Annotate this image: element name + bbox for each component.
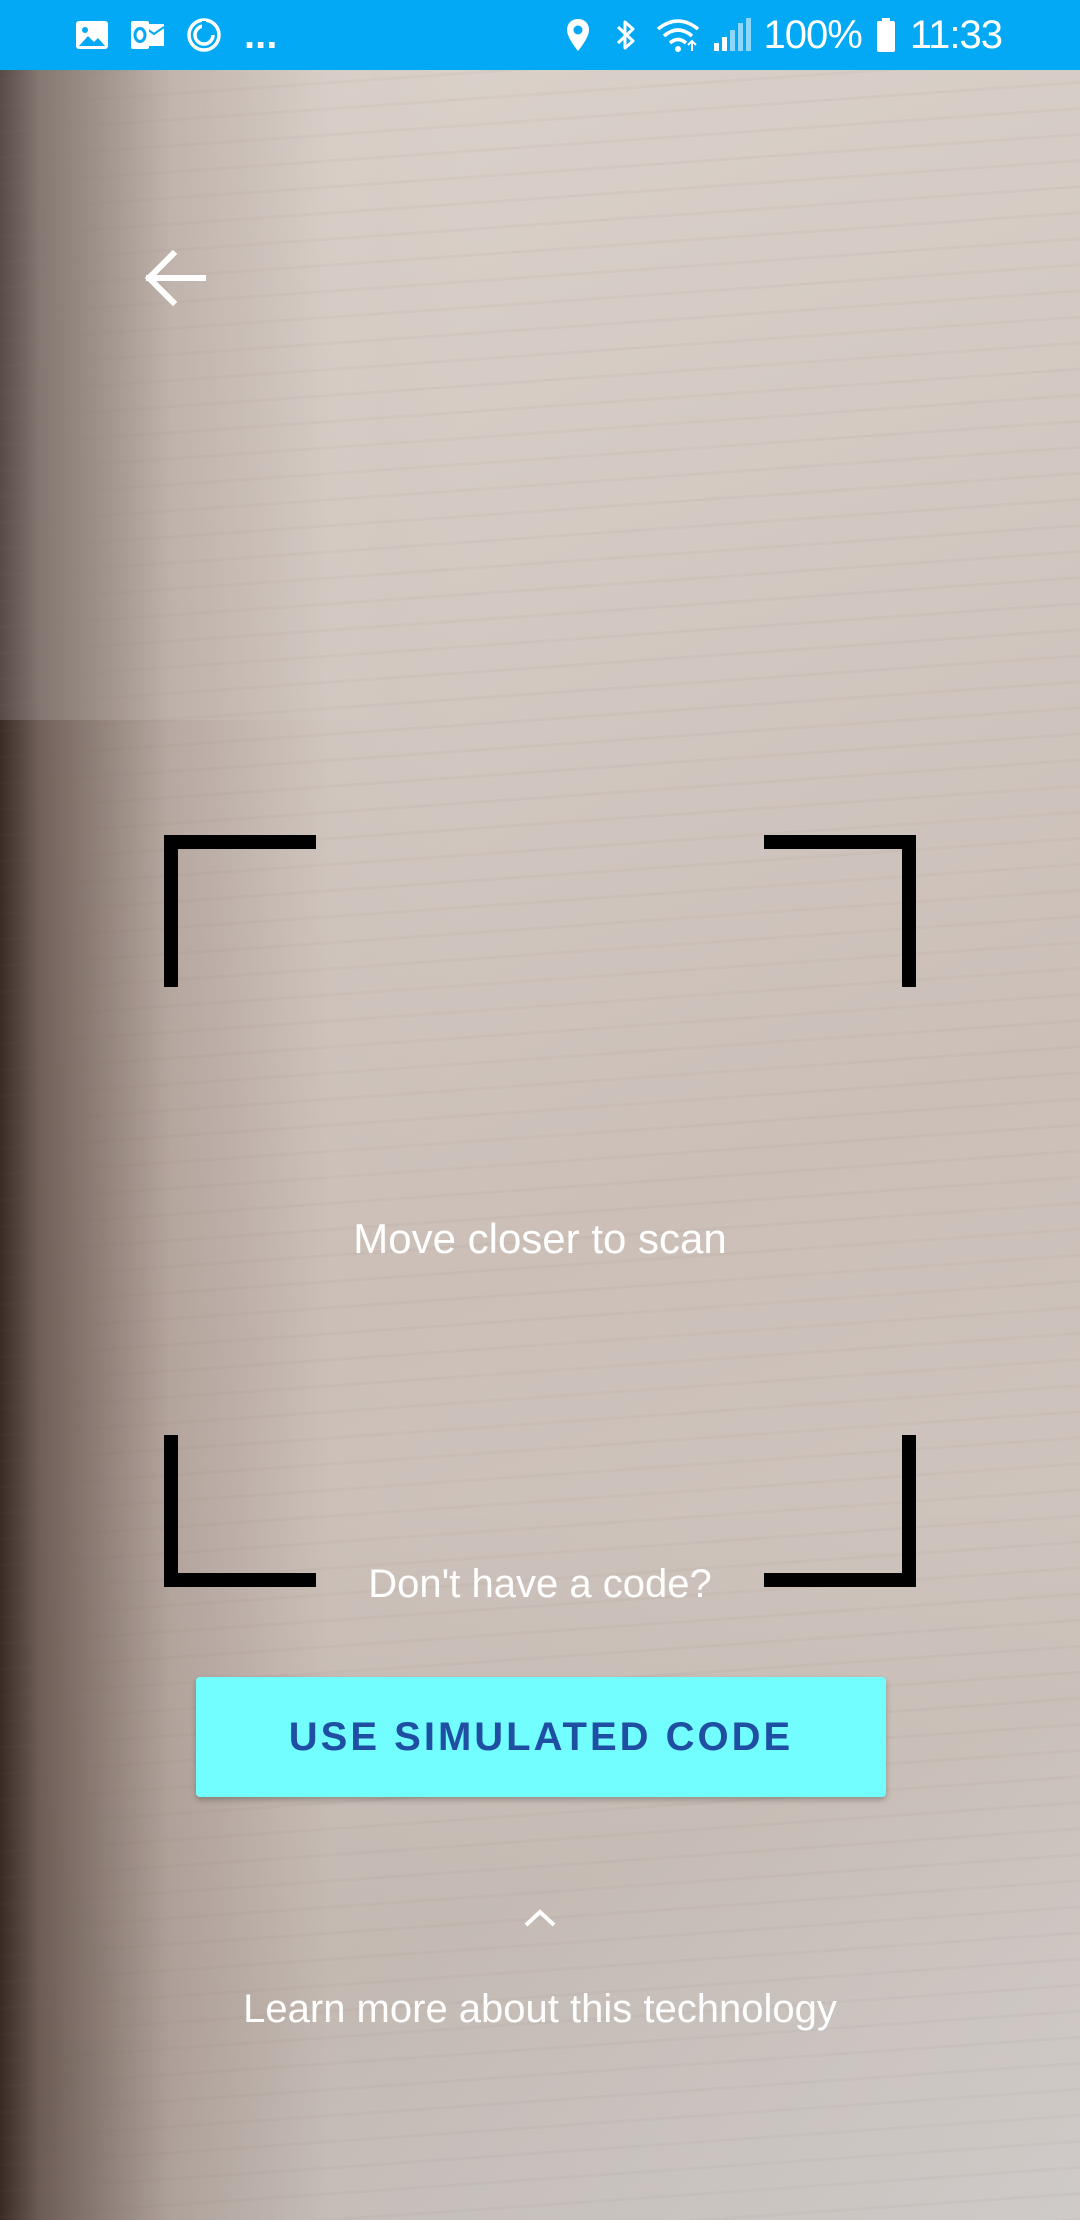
signal-icon xyxy=(712,17,752,53)
more-notifications: ... xyxy=(244,12,278,57)
clock: 11:33 xyxy=(909,12,1003,57)
use-simulated-code-button[interactable]: USE SIMULATED CODE xyxy=(196,1677,886,1797)
system-status: 100% 11:33 xyxy=(560,0,1003,70)
sync-icon xyxy=(186,17,222,53)
chevron-up-icon xyxy=(523,1908,557,1933)
camera-viewfinder xyxy=(0,0,1080,2220)
status-bar: ... 100% 11:33 xyxy=(0,0,1080,70)
back-button[interactable] xyxy=(130,240,220,320)
arrow-back-icon xyxy=(143,248,207,313)
battery-icon xyxy=(874,17,898,53)
outlook-icon xyxy=(130,17,166,53)
expand-info-button[interactable] xyxy=(510,1900,570,1940)
scan-frame-corner-top-right xyxy=(764,835,916,987)
wifi-icon xyxy=(656,17,700,53)
location-icon xyxy=(560,17,596,53)
learn-more-link[interactable]: Learn more about this technology xyxy=(0,1987,1080,2032)
gallery-icon xyxy=(74,17,110,53)
bluetooth-icon xyxy=(608,17,644,53)
scan-hint: Move closer to scan xyxy=(353,1215,727,1262)
notification-icons: ... xyxy=(74,0,277,70)
scan-frame-corner-top-left xyxy=(164,835,316,987)
battery-percent: 100% xyxy=(763,12,863,57)
no-code-prompt: Don't have a code? xyxy=(368,1562,712,1606)
